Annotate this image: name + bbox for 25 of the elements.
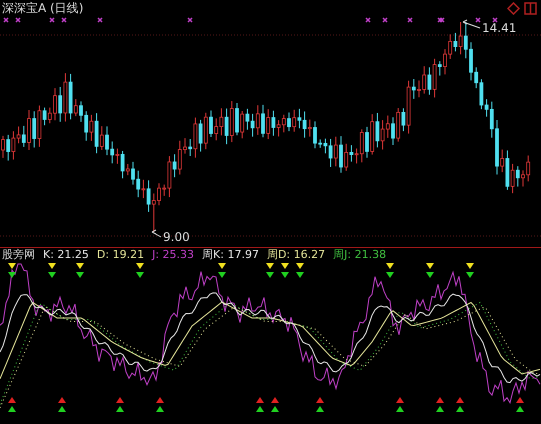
cross-marker <box>187 17 193 23</box>
cross-marker <box>15 17 21 23</box>
chart-title: 深深宝A (日线) <box>2 0 84 16</box>
legend-value: 周D: 16.27 <box>266 248 326 262</box>
legend-value: 周K: 17.97 <box>202 248 259 262</box>
cross-marker <box>382 17 388 23</box>
cross-marker <box>49 17 55 23</box>
legend-value: 周J: 21.38 <box>333 248 386 262</box>
leader-line <box>462 20 480 28</box>
price-label: 9.00 <box>163 230 190 244</box>
cross-marker <box>365 17 371 23</box>
diamond-icon[interactable] <box>507 2 520 15</box>
cross-marker <box>97 17 103 23</box>
price-label: 14.41 <box>482 21 516 35</box>
cross-marker <box>475 17 481 23</box>
leader-line <box>152 230 162 238</box>
window-icon[interactable] <box>524 2 537 15</box>
cross-marker <box>492 17 498 23</box>
cross-marker <box>407 17 413 23</box>
legend-value: J: 25.33 <box>152 248 194 262</box>
cross-marker <box>3 17 9 23</box>
legend-value: K: 21.25 <box>43 248 89 262</box>
indicator-name: 股旁网 <box>2 248 35 262</box>
cross-marker <box>61 17 67 23</box>
legend-value: D: 19.21 <box>96 248 144 262</box>
